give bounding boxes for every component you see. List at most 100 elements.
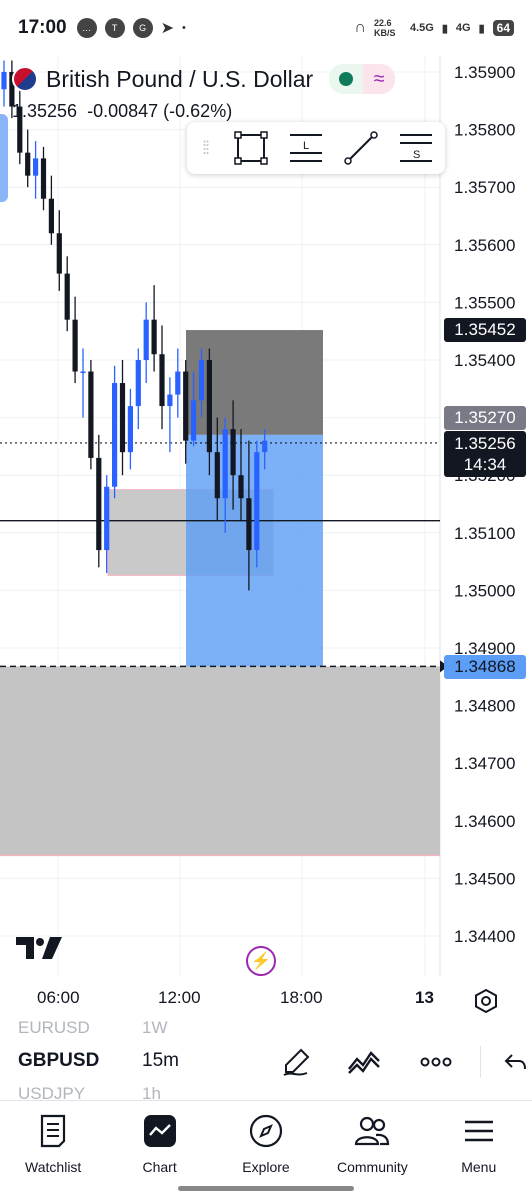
candle-body	[246, 498, 252, 551]
price-tick: 1.35400	[454, 351, 515, 370]
menu-icon	[464, 1120, 493, 1142]
candle-body	[104, 486, 110, 551]
candle-body	[112, 383, 118, 487]
indicators-icon	[348, 1051, 380, 1074]
trend-line-icon	[343, 131, 378, 165]
quote-summary: 1.35256 -0.00847 (-0.62%)	[12, 101, 232, 122]
time-tick: 18:00	[280, 988, 323, 1007]
demand-zone	[0, 666, 440, 856]
candle-body	[72, 319, 78, 372]
svg-text:S: S	[413, 149, 420, 161]
price-tick: 1.35900	[454, 63, 515, 82]
prev-symbol[interactable]: EURUSD	[18, 1018, 90, 1038]
candle-body	[64, 273, 70, 320]
bottom-navigation: Watchlist Chart Explore Community Menu	[0, 1100, 532, 1200]
candle-body	[214, 452, 220, 499]
prev-timeframe[interactable]: 1W	[142, 1018, 168, 1038]
rectangle-tool[interactable]	[223, 122, 278, 174]
gbp-usd-flag-icon	[12, 66, 38, 92]
hexagon-gear-icon	[475, 988, 497, 1014]
nav-menu[interactable]: Menu	[426, 1101, 532, 1200]
drag-handle-icon[interactable]: ⁞⁞	[187, 138, 223, 159]
last-price: 1.35256	[12, 101, 78, 121]
price-tick: 1.35500	[454, 293, 515, 312]
more-button[interactable]	[416, 1042, 456, 1082]
price-change: -0.00847	[87, 101, 159, 121]
time-tick: 06:00	[37, 988, 80, 1007]
price-tick: 1.34600	[454, 812, 515, 831]
indicators-button[interactable]	[344, 1042, 384, 1082]
price-tick: 1.35700	[454, 178, 515, 197]
candle-body	[135, 360, 141, 407]
short-position-icon: S	[399, 134, 432, 162]
time-tick: 12:00	[158, 988, 201, 1007]
candle-body	[25, 152, 31, 176]
candle-body	[206, 360, 212, 453]
price-change-pct: (-0.62%)	[163, 101, 233, 121]
compass-icon	[249, 1114, 283, 1148]
candle-body	[127, 406, 133, 453]
candle-body	[96, 457, 102, 551]
bar-countdown: 14:34	[463, 455, 507, 474]
watchlist-icon	[41, 1114, 66, 1148]
candle-body	[222, 429, 228, 499]
symbol-picker: EURUSD 1W GBPUSD 15m USDJPY 1h	[0, 1016, 532, 1100]
brush-icon	[283, 1048, 310, 1076]
drawing-toolbar: ⁞⁞ L S	[187, 122, 445, 174]
price-tick: 1.35600	[454, 236, 515, 255]
candle-body	[80, 371, 86, 374]
market-open-icon	[329, 72, 363, 86]
symbol-title[interactable]: British Pound / U.S. Dollar	[46, 66, 313, 93]
next-symbol[interactable]: USDJPY	[18, 1084, 85, 1100]
nav-label: Explore	[242, 1159, 290, 1175]
undo-button[interactable]	[496, 1042, 532, 1082]
market-status-pill[interactable]: ≈	[329, 64, 396, 94]
candle-body	[56, 233, 62, 274]
nav-label: Menu	[461, 1159, 497, 1175]
target-zone	[186, 330, 323, 435]
nav-watchlist[interactable]: Watchlist	[0, 1101, 106, 1200]
candle-body	[143, 319, 149, 360]
candle-body	[151, 319, 157, 355]
target-price-label: 1.35452	[444, 318, 526, 342]
symbol-header: British Pound / U.S. Dollar ≈	[12, 64, 396, 94]
candle-body	[40, 158, 47, 199]
entry-price-label: 1.35270	[444, 406, 526, 430]
candle-body	[48, 198, 54, 234]
current-timeframe[interactable]: 15m	[142, 1050, 179, 1072]
current-symbol[interactable]: GBPUSD	[18, 1050, 99, 1072]
candle-body	[33, 158, 39, 176]
time-axis: 06:00 12:00 18:00 13	[0, 988, 532, 1016]
candle-body	[191, 400, 197, 441]
chart-settings-button[interactable]	[473, 988, 499, 1014]
short-position-tool[interactable]: S	[388, 122, 443, 174]
candle-body	[88, 371, 94, 458]
candle-body	[183, 371, 189, 441]
time-tick: 13	[415, 988, 434, 1007]
more-dots-icon	[420, 1057, 452, 1067]
brush-button[interactable]	[276, 1042, 316, 1082]
candle-body	[238, 475, 244, 499]
svg-text:L: L	[303, 140, 309, 152]
forex-wave-icon: ≈	[363, 64, 396, 94]
price-tick: 1.34700	[454, 754, 515, 773]
bolt-icon[interactable]: ⚡	[246, 946, 276, 976]
price-tick: 1.34500	[454, 869, 515, 888]
toolbar-divider	[480, 1046, 481, 1078]
candle-body	[119, 383, 126, 453]
long-position-icon: L	[289, 134, 322, 162]
long-position-tool[interactable]: L	[278, 122, 333, 174]
candle-body	[198, 360, 205, 401]
next-timeframe[interactable]: 1h	[142, 1084, 161, 1100]
rectangle-icon	[233, 131, 268, 165]
price-tick: 1.35000	[454, 581, 515, 600]
home-indicator[interactable]	[178, 1186, 354, 1191]
current-price-value: 1.35256	[454, 434, 516, 453]
nav-label: Chart	[142, 1159, 177, 1175]
candle-body	[175, 371, 181, 395]
trend-line-tool[interactable]	[333, 122, 388, 174]
price-tick: 1.35100	[454, 524, 515, 543]
candle-body	[167, 394, 173, 407]
collapsed-panel-tab[interactable]	[0, 114, 8, 202]
undo-icon	[504, 1054, 526, 1070]
